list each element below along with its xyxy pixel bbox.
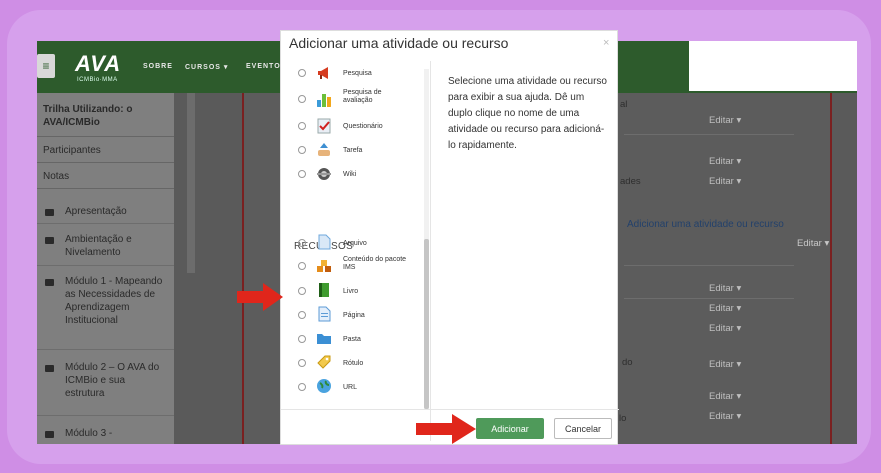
radio-button[interactable] [298,170,306,178]
sidebar-item-grades[interactable]: Notas [37,163,174,189]
sidebar-item-course[interactable]: Trilha Utilizando: o AVA/ICMBio [37,97,174,137]
folder-icon [45,431,54,438]
logo[interactable]: AVA [75,51,121,77]
sidebar-item-module[interactable]: Módulo 1 - Mapeando as Necessidades de A… [65,275,165,327]
nav-cursos[interactable]: CURSOS ▾ [185,63,228,71]
dialog-title: Adicionar uma atividade ou recurso [289,35,509,51]
item-label: URL [343,384,358,391]
wiki-icon [317,168,331,180]
course-sidebar: Trilha Utilizando: o AVA/ICMBio Particip… [37,93,174,444]
radio-button[interactable] [298,335,306,343]
logo-subtitle: ICMBio·MMA [77,77,118,83]
folder-icon [317,334,331,344]
activity-name-fragment: lo [619,413,627,424]
edit-menu[interactable]: Editar ▾ [709,323,741,334]
hand-upload-icon [318,143,330,156]
radio-button[interactable] [298,239,306,247]
radio-button[interactable] [298,262,306,270]
item-label: Wiki [343,171,357,178]
add-activity-dialog: Adicionar uma atividade ou recurso × Pes… [280,30,619,445]
section-title-fragment: do [622,357,633,368]
arrow-pointing-add-icon [416,414,476,444]
item-label: Pasta [343,336,361,343]
edit-menu[interactable]: Editar ▾ [797,238,829,249]
item-label: Questionário [343,123,383,130]
bar-chart-icon [317,94,331,107]
checklist-icon [317,118,331,134]
divider [37,265,174,266]
item-label: Página [343,312,365,319]
package-icon [317,260,331,272]
item-label: Conteúdo do pacote IMS [343,256,407,271]
radio-button[interactable] [298,287,306,295]
nav-sobre[interactable]: SOBRE [143,63,173,70]
item-label: Livro [343,288,359,295]
edit-menu[interactable]: Editar ▾ [709,176,741,187]
radio-button[interactable] [298,69,306,77]
divider [37,415,174,416]
sidebar-item-module[interactable]: Módulo 3 - [65,427,165,440]
item-label: Arquivo [343,240,367,247]
help-text: Selecione uma atividade ou recurso para … [448,76,607,151]
edit-menu[interactable]: Editar ▾ [709,283,741,294]
item-label: Rótulo [343,360,364,367]
divider [624,265,794,266]
radio-button[interactable] [298,383,306,391]
item-label: Pesquisa de avaliação [343,89,382,104]
add-activity-link[interactable]: Adicionar uma atividade ou recurso [627,219,784,230]
radio-button[interactable] [298,122,306,130]
radio-button[interactable] [298,95,306,103]
folder-icon [45,209,54,216]
divider [624,134,794,135]
book-icon [319,283,329,297]
megaphone-icon [318,67,328,79]
edit-menu[interactable]: Editar ▾ [709,156,741,167]
nav-eventos[interactable]: EVENTO [246,63,281,70]
folder-icon [45,365,54,372]
add-button[interactable]: Adicionar [476,418,544,439]
section-title-fragment: al [620,99,628,110]
scrollbar-thumb[interactable] [424,239,429,409]
edit-menu[interactable]: Editar ▾ [709,115,741,126]
cancel-button[interactable]: Cancelar [554,418,612,439]
radio-button[interactable] [298,311,306,319]
sidebar-item-module[interactable]: Apresentação [65,205,165,218]
page-icon [318,306,331,322]
divider [624,298,794,299]
sidebar-scrollbar[interactable] [187,93,195,273]
sidebar-item-module[interactable]: Ambientação e Nivelamento [65,233,165,259]
edit-menu[interactable]: Editar ▾ [709,359,741,370]
radio-button[interactable] [298,146,306,154]
folder-icon [45,237,54,244]
edit-menu[interactable]: Editar ▾ [709,303,741,314]
globe-icon [317,379,331,393]
header-blank-area [689,41,857,91]
menu-icon[interactable]: ≡ [37,54,55,78]
file-icon [318,234,331,250]
divider [37,349,174,350]
item-label: Tarefa [343,147,363,154]
activity-list: Pesquisa Pesquisa de avaliação Questioná… [281,61,431,441]
activity-name-fragment: ades [620,176,641,187]
tag-icon [317,355,331,369]
sidebar-item-participants[interactable]: Participantes [37,137,174,163]
divider [37,223,174,224]
folder-icon [45,279,54,286]
edit-menu[interactable]: Editar ▾ [709,391,741,402]
close-icon[interactable]: × [603,37,609,49]
sidebar-item-module[interactable]: Módulo 2 – O AVA do ICMBio e sua estrutu… [65,361,165,400]
arrow-pointing-livro-icon [237,283,283,311]
item-label: Pesquisa [343,70,372,77]
radio-button[interactable] [298,359,306,367]
edit-menu[interactable]: Editar ▾ [709,411,741,422]
